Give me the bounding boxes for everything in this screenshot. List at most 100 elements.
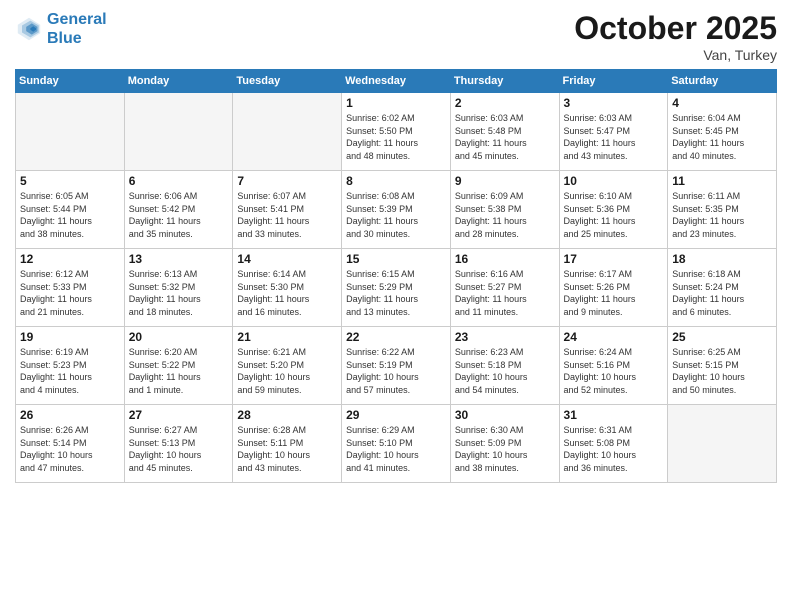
day-info: Sunrise: 6:09 AM Sunset: 5:38 PM Dayligh… xyxy=(455,190,555,240)
day-info: Sunrise: 6:03 AM Sunset: 5:47 PM Dayligh… xyxy=(564,112,664,162)
day-number: 8 xyxy=(346,174,446,188)
calendar-cell: 5 Sunrise: 6:05 AM Sunset: 5:44 PM Daylig… xyxy=(16,171,125,249)
calendar-cell: 19 Sunrise: 6:19 AM Sunset: 5:23 PM Dayli… xyxy=(16,327,125,405)
calendar-week-row: 12Sunrise: 6:12 AM Sunset: 5:33 PM Dayli… xyxy=(16,249,777,327)
logo-text: General Blue xyxy=(47,10,107,48)
calendar-cell: 25 Sunrise: 6:25 AM Sunset: 5:15 PM Dayli… xyxy=(668,327,777,405)
calendar-week-row: 1 Sunrise: 6:02 AM Sunset: 5:50 PM Daylig… xyxy=(16,93,777,171)
calendar-week-row: 26 Sunrise: 6:26 AM Sunset: 5:14 PM Dayli… xyxy=(16,405,777,483)
calendar-cell: 6Sunrise: 6:06 AM Sunset: 5:42 PM Daylig… xyxy=(124,171,233,249)
day-number: 14 xyxy=(237,252,337,266)
day-info: Sunrise: 6:22 AM Sunset: 5:19 PM Dayligh… xyxy=(346,346,446,396)
day-number: 26 xyxy=(20,408,120,422)
calendar-cell: 9 Sunrise: 6:09 AM Sunset: 5:38 PM Daylig… xyxy=(450,171,559,249)
day-number: 25 xyxy=(672,330,772,344)
month-title: October 2025 xyxy=(574,10,777,47)
day-info: Sunrise: 6:13 AM Sunset: 5:32 PM Dayligh… xyxy=(129,268,229,318)
calendar-cell: 15Sunrise: 6:15 AM Sunset: 5:29 PM Dayli… xyxy=(342,249,451,327)
day-info: Sunrise: 6:10 AM Sunset: 5:36 PM Dayligh… xyxy=(564,190,664,240)
day-info: Sunrise: 6:23 AM Sunset: 5:18 PM Dayligh… xyxy=(455,346,555,396)
calendar-cell: 21Sunrise: 6:21 AM Sunset: 5:20 PM Dayli… xyxy=(233,327,342,405)
day-number: 20 xyxy=(129,330,229,344)
day-number: 4 xyxy=(672,96,772,110)
day-number: 7 xyxy=(237,174,337,188)
day-number: 24 xyxy=(564,330,664,344)
day-info: Sunrise: 6:12 AM Sunset: 5:33 PM Dayligh… xyxy=(20,268,120,318)
day-number: 31 xyxy=(564,408,664,422)
day-number: 13 xyxy=(129,252,229,266)
calendar-cell xyxy=(16,93,125,171)
day-info: Sunrise: 6:30 AM Sunset: 5:09 PM Dayligh… xyxy=(455,424,555,474)
day-info: Sunrise: 6:08 AM Sunset: 5:39 PM Dayligh… xyxy=(346,190,446,240)
calendar-cell: 23 Sunrise: 6:23 AM Sunset: 5:18 PM Dayli… xyxy=(450,327,559,405)
logo: General Blue xyxy=(15,10,107,48)
day-info: Sunrise: 6:05 AM Sunset: 5:44 PM Dayligh… xyxy=(20,190,120,240)
day-info: Sunrise: 6:21 AM Sunset: 5:20 PM Dayligh… xyxy=(237,346,337,396)
col-tuesday: Tuesday xyxy=(233,70,342,93)
logo-icon xyxy=(15,15,43,43)
day-info: Sunrise: 6:29 AM Sunset: 5:10 PM Dayligh… xyxy=(346,424,446,474)
calendar-cell: 13 Sunrise: 6:13 AM Sunset: 5:32 PM Dayli… xyxy=(124,249,233,327)
location: Van, Turkey xyxy=(574,47,777,63)
calendar-cell: 14Sunrise: 6:14 AM Sunset: 5:30 PM Dayli… xyxy=(233,249,342,327)
calendar-cell: 28 Sunrise: 6:28 AM Sunset: 5:11 PM Dayli… xyxy=(233,405,342,483)
header: General Blue October 2025 Van, Turkey xyxy=(15,10,777,63)
calendar-cell: 27 Sunrise: 6:27 AM Sunset: 5:13 PM Dayli… xyxy=(124,405,233,483)
day-number: 10 xyxy=(564,174,664,188)
day-info: Sunrise: 6:04 AM Sunset: 5:45 PM Dayligh… xyxy=(672,112,772,162)
day-number: 1 xyxy=(346,96,446,110)
col-friday: Friday xyxy=(559,70,668,93)
calendar-cell: 31Sunrise: 6:31 AM Sunset: 5:08 PM Dayli… xyxy=(559,405,668,483)
day-info: Sunrise: 6:24 AM Sunset: 5:16 PM Dayligh… xyxy=(564,346,664,396)
calendar-cell: 8 Sunrise: 6:08 AM Sunset: 5:39 PM Daylig… xyxy=(342,171,451,249)
day-number: 29 xyxy=(346,408,446,422)
day-number: 16 xyxy=(455,252,555,266)
calendar-cell: 29 Sunrise: 6:29 AM Sunset: 5:10 PM Dayli… xyxy=(342,405,451,483)
calendar-header-row: Sunday Monday Tuesday Wednesday Thursday… xyxy=(16,70,777,93)
calendar-week-row: 5 Sunrise: 6:05 AM Sunset: 5:44 PM Daylig… xyxy=(16,171,777,249)
day-info: Sunrise: 6:15 AM Sunset: 5:29 PM Dayligh… xyxy=(346,268,446,318)
day-number: 2 xyxy=(455,96,555,110)
calendar-cell xyxy=(124,93,233,171)
calendar-week-row: 19 Sunrise: 6:19 AM Sunset: 5:23 PM Dayli… xyxy=(16,327,777,405)
col-sunday: Sunday xyxy=(16,70,125,93)
day-number: 19 xyxy=(20,330,120,344)
day-info: Sunrise: 6:25 AM Sunset: 5:15 PM Dayligh… xyxy=(672,346,772,396)
day-number: 23 xyxy=(455,330,555,344)
day-info: Sunrise: 6:19 AM Sunset: 5:23 PM Dayligh… xyxy=(20,346,120,396)
day-number: 30 xyxy=(455,408,555,422)
calendar-cell: 4 Sunrise: 6:04 AM Sunset: 5:45 PM Daylig… xyxy=(668,93,777,171)
day-info: Sunrise: 6:02 AM Sunset: 5:50 PM Dayligh… xyxy=(346,112,446,162)
day-number: 9 xyxy=(455,174,555,188)
page: General Blue October 2025 Van, Turkey Su… xyxy=(0,0,792,612)
day-info: Sunrise: 6:18 AM Sunset: 5:24 PM Dayligh… xyxy=(672,268,772,318)
calendar-cell: 11Sunrise: 6:11 AM Sunset: 5:35 PM Dayli… xyxy=(668,171,777,249)
calendar-cell: 2Sunrise: 6:03 AM Sunset: 5:48 PM Daylig… xyxy=(450,93,559,171)
day-number: 3 xyxy=(564,96,664,110)
calendar-cell: 24 Sunrise: 6:24 AM Sunset: 5:16 PM Dayli… xyxy=(559,327,668,405)
calendar-cell: 7 Sunrise: 6:07 AM Sunset: 5:41 PM Daylig… xyxy=(233,171,342,249)
calendar-cell: 20 Sunrise: 6:20 AM Sunset: 5:22 PM Dayli… xyxy=(124,327,233,405)
calendar-cell: 17Sunrise: 6:17 AM Sunset: 5:26 PM Dayli… xyxy=(559,249,668,327)
calendar-cell xyxy=(233,93,342,171)
day-number: 11 xyxy=(672,174,772,188)
col-thursday: Thursday xyxy=(450,70,559,93)
day-info: Sunrise: 6:16 AM Sunset: 5:27 PM Dayligh… xyxy=(455,268,555,318)
day-info: Sunrise: 6:20 AM Sunset: 5:22 PM Dayligh… xyxy=(129,346,229,396)
day-number: 5 xyxy=(20,174,120,188)
day-number: 18 xyxy=(672,252,772,266)
calendar-cell: 26 Sunrise: 6:26 AM Sunset: 5:14 PM Dayli… xyxy=(16,405,125,483)
day-number: 28 xyxy=(237,408,337,422)
calendar-table: Sunday Monday Tuesday Wednesday Thursday… xyxy=(15,69,777,483)
day-info: Sunrise: 6:28 AM Sunset: 5:11 PM Dayligh… xyxy=(237,424,337,474)
day-info: Sunrise: 6:26 AM Sunset: 5:14 PM Dayligh… xyxy=(20,424,120,474)
day-info: Sunrise: 6:17 AM Sunset: 5:26 PM Dayligh… xyxy=(564,268,664,318)
calendar-cell: 30 Sunrise: 6:30 AM Sunset: 5:09 PM Dayli… xyxy=(450,405,559,483)
col-wednesday: Wednesday xyxy=(342,70,451,93)
day-info: Sunrise: 6:27 AM Sunset: 5:13 PM Dayligh… xyxy=(129,424,229,474)
calendar-cell: 12Sunrise: 6:12 AM Sunset: 5:33 PM Dayli… xyxy=(16,249,125,327)
col-monday: Monday xyxy=(124,70,233,93)
day-number: 27 xyxy=(129,408,229,422)
calendar-cell: 10 Sunrise: 6:10 AM Sunset: 5:36 PM Dayli… xyxy=(559,171,668,249)
day-info: Sunrise: 6:07 AM Sunset: 5:41 PM Dayligh… xyxy=(237,190,337,240)
